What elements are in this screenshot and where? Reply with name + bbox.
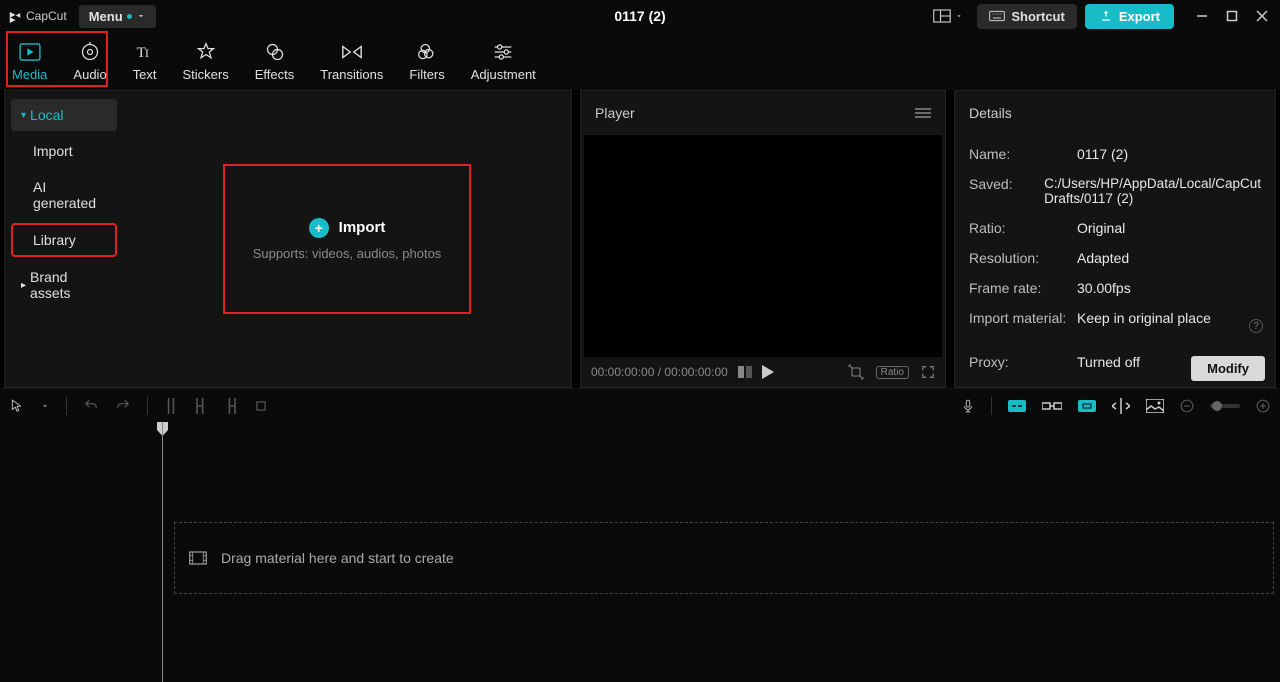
sidebar-item-local[interactable]: ▾ Local	[11, 99, 117, 131]
menu-label: Menu	[89, 9, 123, 24]
timeline[interactable]: Drag material here and start to create	[0, 422, 1280, 682]
fullscreen-icon[interactable]	[921, 365, 935, 379]
media-sidebar: ▾ Local Import AI generated Library ▸ Br…	[5, 91, 123, 387]
player-panel: Player 00:00:00:00 / 00:00:00:00 Ratio	[580, 90, 946, 388]
info-icon[interactable]: ?	[1249, 319, 1263, 333]
modify-button[interactable]: Modify	[1191, 356, 1265, 381]
menu-indicator-dot	[127, 14, 132, 19]
timeline-drop-track[interactable]: Drag material here and start to create	[174, 522, 1274, 594]
zoom-out-button[interactable]	[1180, 399, 1194, 413]
detail-row-saved: Saved: C:/Users/HP/AppData/Local/CapCut …	[969, 169, 1261, 213]
keyboard-icon	[989, 10, 1005, 22]
split-button[interactable]	[164, 398, 178, 414]
crop-icon[interactable]	[848, 364, 864, 380]
chevron-down-icon[interactable]	[40, 401, 50, 411]
export-button[interactable]: Export	[1085, 4, 1174, 29]
export-label: Export	[1119, 9, 1160, 24]
maximize-icon[interactable]	[1226, 10, 1238, 22]
record-audio-button[interactable]	[961, 397, 975, 415]
layout-preset-button[interactable]	[927, 9, 969, 23]
play-button[interactable]	[762, 365, 774, 379]
tab-text[interactable]: TI Text	[133, 41, 157, 82]
detail-row-resolution: Resolution: Adapted	[969, 243, 1261, 273]
zoom-slider[interactable]	[1210, 404, 1240, 408]
menu-button[interactable]: Menu	[79, 5, 156, 28]
sidebar-item-library[interactable]: Library	[11, 223, 117, 257]
chevron-down-icon	[136, 11, 146, 21]
media-icon	[19, 41, 41, 63]
import-subtitle: Supports: videos, audios, photos	[253, 246, 442, 261]
main-track-magnet-button[interactable]	[1008, 400, 1026, 412]
undo-button[interactable]	[83, 399, 99, 413]
filters-icon	[417, 41, 437, 63]
audio-icon	[80, 41, 100, 63]
pointer-tool[interactable]	[10, 398, 24, 414]
import-dropzone[interactable]: + Import Supports: videos, audios, photo…	[223, 164, 471, 314]
compare-icon[interactable]	[738, 366, 752, 378]
shortcut-button[interactable]: Shortcut	[977, 4, 1076, 29]
tab-audio[interactable]: Audio	[73, 41, 106, 82]
caret-right-icon: ▸	[21, 280, 26, 291]
media-drop-area[interactable]: + Import Supports: videos, audios, photo…	[123, 91, 571, 387]
effects-icon	[265, 41, 285, 63]
svg-text:I: I	[145, 47, 149, 60]
detail-row-name: Name: 0117 (2)	[969, 139, 1261, 169]
cover-button[interactable]	[1146, 399, 1164, 413]
trim-left-button[interactable]	[194, 398, 208, 414]
sidebar-item-ai-generated[interactable]: AI generated	[11, 171, 117, 219]
trim-right-button[interactable]	[224, 398, 238, 414]
player-timecode: 00:00:00:00 / 00:00:00:00	[591, 365, 728, 379]
detail-row-ratio: Ratio: Original	[969, 213, 1261, 243]
tab-media[interactable]: Media	[12, 41, 47, 82]
detail-row-import-material: Import material: Keep in original place	[969, 303, 1261, 333]
app-logo-text: CapCut	[26, 9, 67, 23]
preview-axis-button[interactable]	[1112, 398, 1130, 414]
delete-button[interactable]	[254, 399, 268, 413]
sidebar-item-brand-assets[interactable]: ▸ Brand assets	[11, 261, 117, 309]
close-icon[interactable]	[1256, 10, 1268, 22]
media-panel: ▾ Local Import AI generated Library ▸ Br…	[4, 90, 572, 388]
tab-transitions[interactable]: Transitions	[320, 41, 383, 82]
linkage-button[interactable]	[1078, 400, 1096, 412]
redo-button[interactable]	[115, 399, 131, 413]
app-logo: CapCut	[8, 9, 67, 23]
transitions-icon	[341, 41, 363, 63]
capcut-logo-icon	[8, 9, 22, 23]
player-viewport[interactable]	[584, 135, 942, 357]
tab-filters[interactable]: Filters	[409, 41, 444, 82]
tool-tabs: Media Audio TI Text Stickers Effects Tra…	[0, 32, 1280, 90]
film-strip-icon	[189, 551, 207, 565]
stickers-icon	[196, 41, 216, 63]
ratio-button[interactable]: Ratio	[876, 366, 909, 379]
auto-snap-button[interactable]	[1042, 399, 1062, 413]
details-title: Details	[955, 91, 1275, 135]
text-icon: TI	[135, 41, 155, 63]
player-title: Player	[595, 105, 635, 121]
caret-down-icon: ▾	[21, 110, 26, 121]
detail-row-framerate: Frame rate: 30.00fps	[969, 273, 1261, 303]
timeline-toolbar	[0, 388, 1280, 422]
chevron-down-icon	[955, 12, 963, 20]
player-menu-icon[interactable]	[915, 107, 931, 119]
tab-effects[interactable]: Effects	[255, 41, 295, 82]
adjustment-icon	[493, 41, 513, 63]
titlebar: CapCut Menu 0117 (2) Shortcut Export	[0, 0, 1280, 32]
timeline-drop-hint: Drag material here and start to create	[221, 550, 454, 566]
sidebar-item-import[interactable]: Import	[11, 135, 117, 167]
project-title: 0117 (2)	[614, 8, 665, 24]
window-controls	[1196, 10, 1268, 22]
tab-adjustment[interactable]: Adjustment	[471, 41, 536, 82]
zoom-in-button[interactable]	[1256, 399, 1270, 413]
tab-stickers[interactable]: Stickers	[183, 41, 229, 82]
playhead-line	[162, 422, 163, 682]
export-icon	[1099, 9, 1113, 23]
minimize-icon[interactable]	[1196, 10, 1208, 22]
shortcut-label: Shortcut	[1011, 9, 1064, 24]
details-panel: Details Name: 0117 (2) Saved: C:/Users/H…	[954, 90, 1276, 388]
plus-icon: +	[309, 218, 329, 238]
import-title: Import	[339, 219, 386, 236]
